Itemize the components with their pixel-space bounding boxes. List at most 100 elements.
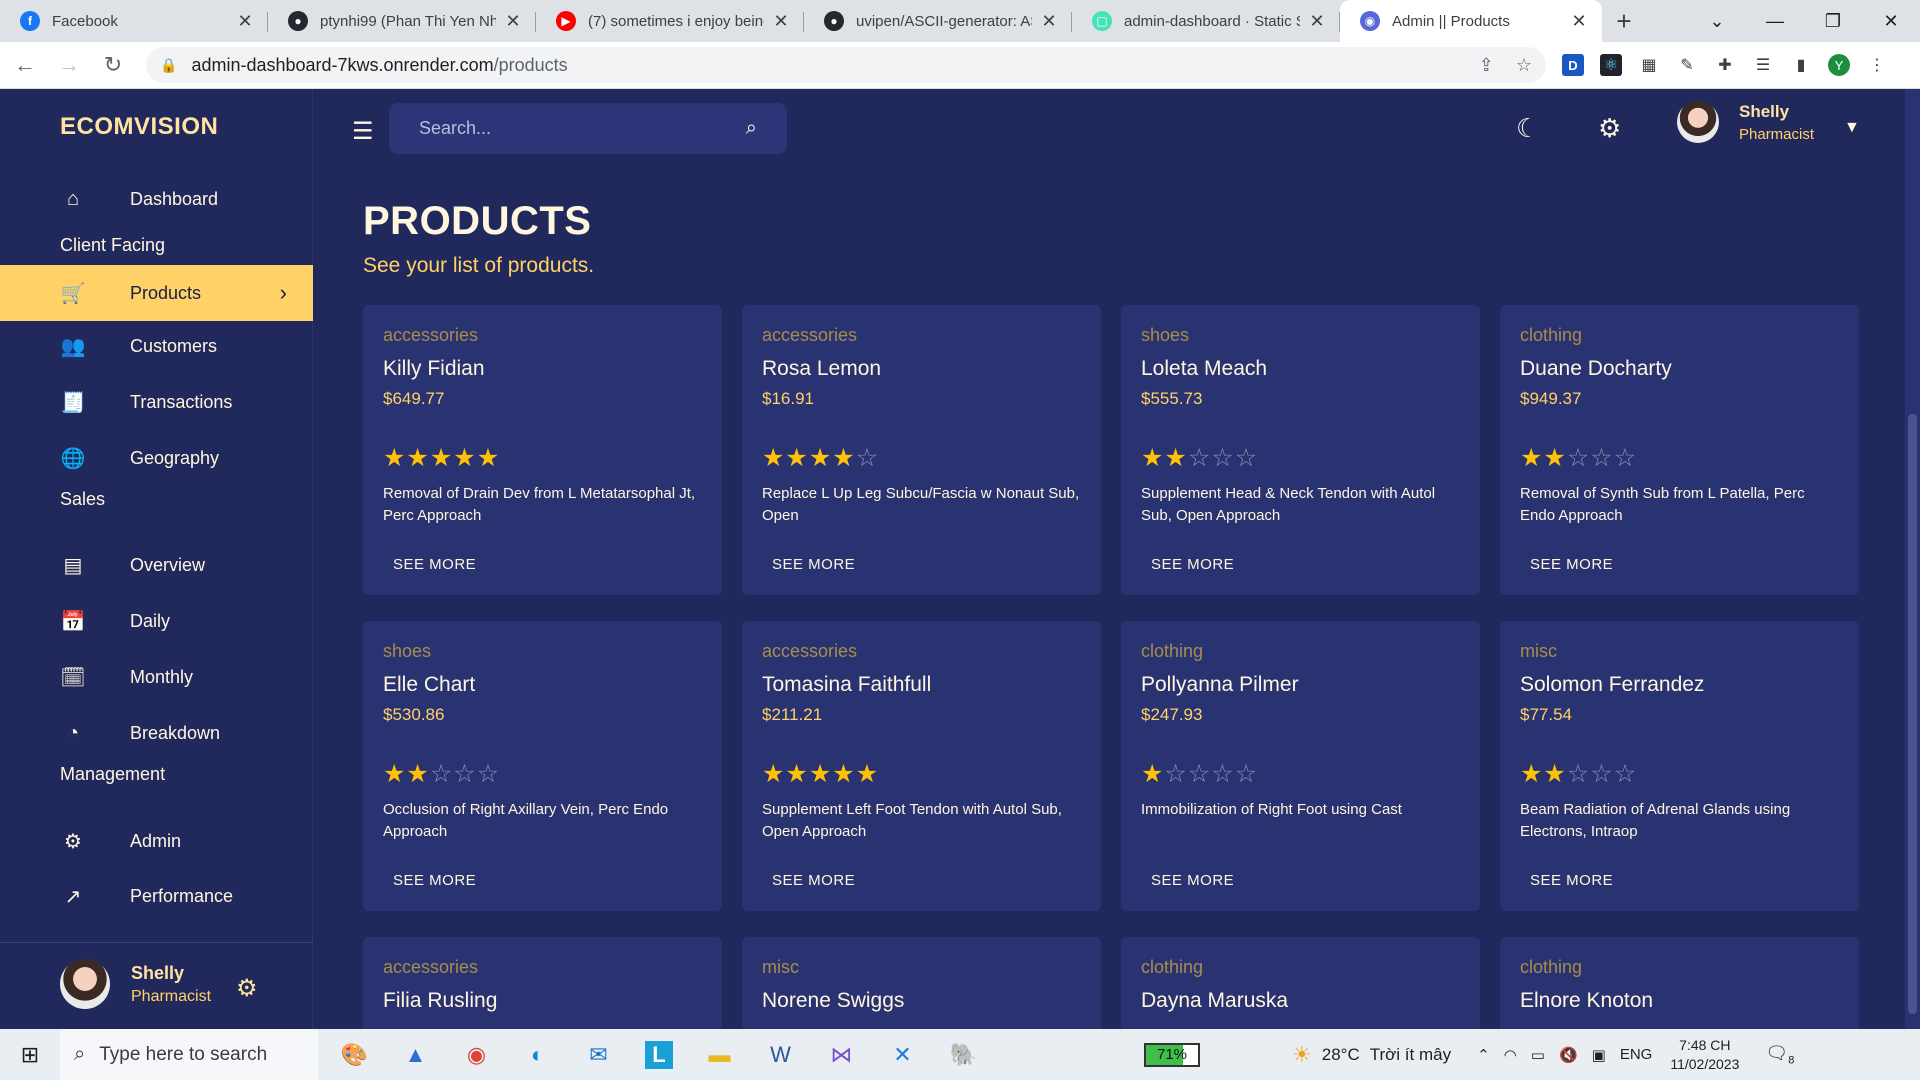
product-description: Removal of Synth Sub from L Patella, Per… [1520,485,1805,524]
postgres-app-icon[interactable]: 🐘 [933,1029,994,1080]
reading-list-icon[interactable]: ☰ [1752,54,1774,76]
sidebar-item-geography[interactable]: 🌐 Geography [0,430,313,486]
see-more-button[interactable]: SEE MORE [393,556,476,573]
display-icon[interactable]: ▣ [1592,1046,1606,1064]
notifications-icon[interactable]: 🗨8 [1765,1043,1794,1067]
browser-tab[interactable]: f Facebook ✕ [0,0,268,42]
language-indicator[interactable]: ENG [1620,1046,1653,1063]
sidebar-item-customers[interactable]: 👥 Customers [0,318,313,374]
product-card: shoes Elle Chart $530.86 ★★☆☆☆ Occlusion of … [363,621,722,911]
edge-app-icon[interactable]: ◐ [507,1029,568,1080]
vscode-app-icon[interactable]: ✕ [872,1029,933,1080]
close-tab-icon[interactable]: ✕ [1308,11,1326,32]
sidebar-item-admin[interactable]: ⚙ Admin [0,813,313,869]
close-tab-icon[interactable]: ✕ [504,11,522,32]
product-description: Immobilization of Right Foot using Cast [1141,801,1402,818]
arrow-drop-down-icon[interactable]: ▼ [1844,119,1860,137]
forward-button[interactable]: → [50,46,88,84]
settings-gear-icon[interactable]: ⚙ [236,974,258,1003]
close-tab-icon[interactable]: ✕ [1570,11,1588,32]
sidebar-item-overview[interactable]: ▤ Overview [0,537,313,593]
sidebar-item-products[interactable]: 🛒 Products › [0,265,313,321]
see-more-button[interactable]: SEE MORE [772,872,855,889]
see-more-button[interactable]: SEE MORE [1530,872,1613,889]
search-icon[interactable]: ⌕ [746,117,757,140]
brand-logo[interactable]: ECOMVISION [60,113,218,141]
extension-grid-icon[interactable]: ▦ [1638,54,1660,76]
search-input[interactable]: Search... ⌕ [389,103,787,154]
product-description: Replace L Up Leg Subcu/Fascia w Nonaut S… [762,485,1080,524]
product-rating: ★★☆☆☆ [1520,762,1839,787]
product-category: misc [1520,641,1557,661]
lock-icon[interactable]: 🔒 [160,57,177,74]
see-more-button[interactable]: SEE MORE [393,872,476,889]
paint-app-icon[interactable]: 🎨 [324,1029,385,1080]
side-panel-icon[interactable]: ▮ [1790,54,1812,76]
dark-mode-icon[interactable]: ☾ [1516,113,1539,144]
star-filled-icon: ★ [476,444,501,472]
minimize-button[interactable]: — [1746,0,1804,42]
topbar-user-menu[interactable]: Shelly Pharmacist [1677,101,1814,143]
see-more-button[interactable]: SEE MORE [772,556,855,573]
star-filled-icon: ★ [406,760,430,788]
star-filled-icon: ★ [785,760,809,788]
browser-tab[interactable]: ◉ Admin || Products ✕ [1340,0,1602,42]
product-rating: ★★☆☆☆ [1520,446,1839,471]
battery-icon[interactable]: ▭ [1531,1046,1545,1064]
volume-muted-icon[interactable]: 🔇 [1559,1046,1578,1064]
file-explorer-icon[interactable]: ▬ [689,1029,750,1080]
sidebar-item-dashboard[interactable]: ⌂ Dashboard [0,171,313,227]
sidebar-item-monthly[interactable]: 🗓 Monthly [0,649,313,705]
chrome-app-icon[interactable]: ◉ [446,1029,507,1080]
sidebar: ECOMVISION ⌂ Dashboard Client Facing 🛒 Produ… [0,89,313,1029]
restore-button[interactable]: ❐ [1804,0,1862,42]
menu-toggle-icon[interactable]: ☰ [352,117,374,146]
profile-avatar[interactable]: Y [1828,54,1850,76]
close-tab-icon[interactable]: ✕ [1040,11,1058,32]
extension-eyedropper-icon[interactable]: ✎ [1676,54,1698,76]
close-tab-icon[interactable]: ✕ [236,11,254,32]
see-more-button[interactable]: SEE MORE [1530,556,1613,573]
taskbar-search-box[interactable]: ⌕ Type here to search [60,1029,318,1080]
extensions-puzzle-icon[interactable]: ✚ [1714,54,1736,76]
close-tab-icon[interactable]: ✕ [772,11,790,32]
l-app-icon[interactable]: L [645,1040,673,1069]
bookmark-star-icon[interactable]: ☆ [1516,55,1532,76]
files-app-icon[interactable]: ▲ [385,1029,446,1080]
share-icon[interactable]: ⇪ [1479,55,1494,76]
visual-studio-icon[interactable]: ⋈ [811,1029,872,1080]
reload-button[interactable]: ↻ [94,46,132,84]
close-window-button[interactable]: ✕ [1862,0,1920,42]
browser-tab[interactable]: ● ptynhi99 (Phan Thi Yen Nhi) ✕ [268,0,536,42]
weather-partly-cloudy-icon: ☀ [1292,1041,1312,1067]
extension-d-icon[interactable]: D [1562,54,1584,76]
browser-tab[interactable]: ▢ admin-dashboard · Static S ✕ [1072,0,1340,42]
settings-icon[interactable]: ⚙ [1598,113,1621,144]
clock[interactable]: 7:48 CH 11/02/2023 [1670,1036,1739,1074]
address-bar[interactable]: 🔒 admin-dashboard-7kws.onrender.com/prod… [146,47,1546,83]
new-tab-button[interactable]: + [1602,0,1646,42]
see-more-button[interactable]: SEE MORE [1151,872,1234,889]
wifi-icon[interactable]: ◠ [1504,1046,1517,1064]
weather-widget[interactable]: ☀ 28°C Trời ít mây [1292,1042,1451,1068]
browser-tab[interactable]: ▶ (7) sometimes i enjoy being ✕ [536,0,804,42]
react-devtools-icon[interactable]: ⚛ [1600,54,1622,76]
browser-menu-icon[interactable]: ⋮ [1866,54,1888,76]
see-more-button[interactable]: SEE MORE [1151,556,1234,573]
word-app-icon[interactable]: W [750,1029,811,1080]
sidebar-item-transactions[interactable]: 🧾 Transactions [0,374,313,430]
windows-start-icon[interactable]: ⊞ [0,1029,60,1080]
tab-search-icon[interactable]: ⌄ [1688,0,1746,42]
chevron-up-icon[interactable]: ⌃ [1477,1046,1490,1064]
browser-tab[interactable]: ● uvipen/ASCII-generator: AS ✕ [804,0,1072,42]
back-button[interactable]: ← [6,46,44,84]
star-filled-icon: ★ [383,760,407,788]
sidebar-item-daily[interactable]: 📅 Daily [0,593,313,649]
mail-app-icon[interactable]: ✉ [568,1029,629,1080]
browser-tab-title: Facebook [52,12,118,30]
sidebar-item-breakdown[interactable]: ◔ Breakdown [0,705,313,761]
star-filled-icon: ★ [855,760,880,788]
scrollbar-thumb[interactable] [1908,414,1917,1014]
sidebar-item-performance[interactable]: ↗ Performance [0,868,313,924]
battery-indicator[interactable]: 71% [1144,1042,1200,1067]
